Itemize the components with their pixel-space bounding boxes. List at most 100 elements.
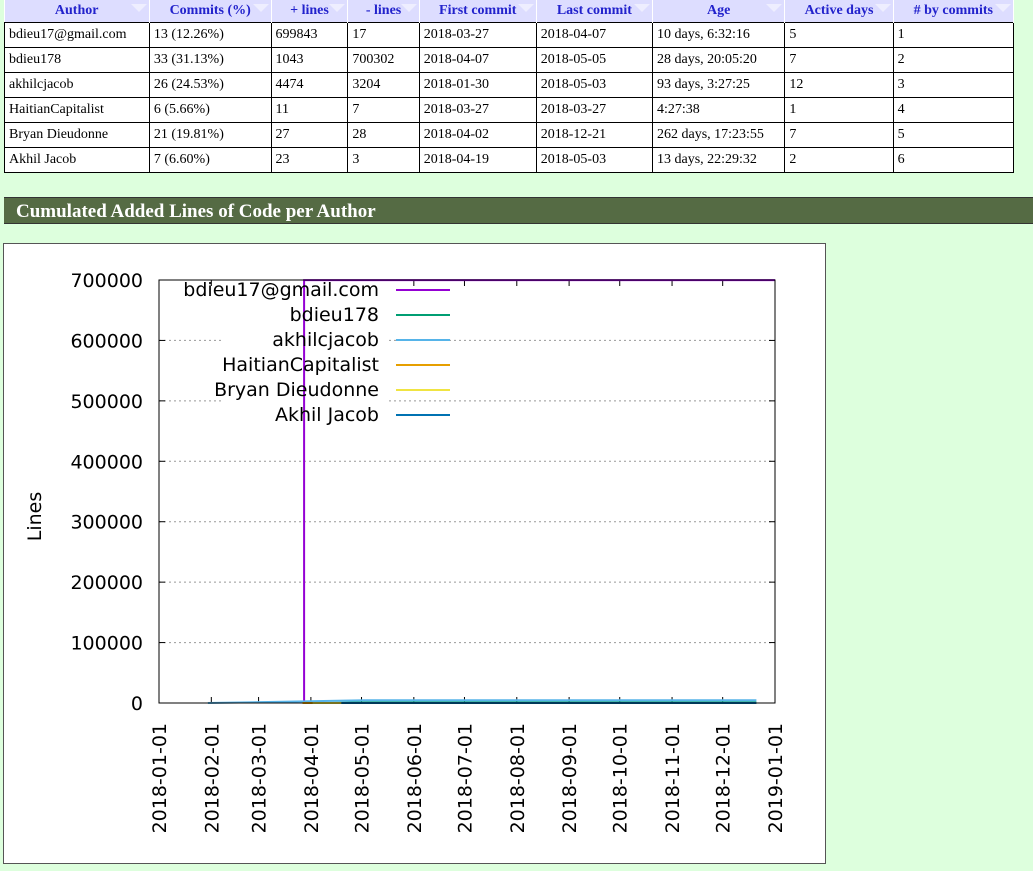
- cell-author: bdieu178: [4, 47, 150, 73]
- cell-first-commit: 2018-04-02: [418, 122, 537, 148]
- section-title: Cumulated Added Lines of Code per Author: [4, 197, 1033, 224]
- table-row: Akhil Jacob 7 (6.60%) 23 3 2018-04-19 2018-05…: [4, 147, 1015, 173]
- x-tick-label: 2018-02-01: [201, 723, 223, 833]
- table-row: Bryan Dieudonne 21 (19.81%) 27 28 2018-04-02…: [4, 122, 1015, 148]
- x-tick-label: 2018-04-01: [301, 723, 323, 833]
- cell-commits: 26 (24.53%): [148, 72, 272, 98]
- x-tick-label: 2019-01-01: [765, 723, 787, 833]
- y-tick-label: 200000: [70, 572, 143, 594]
- cell-plus-lines: 11: [270, 97, 349, 123]
- cell-minus-lines: 7: [347, 97, 420, 123]
- x-tick-label: 2018-11-01: [662, 723, 684, 833]
- column-header-last-commit[interactable]: Last commit: [536, 0, 653, 23]
- y-tick-label: 400000: [70, 451, 143, 473]
- y-tick-label: 100000: [70, 633, 143, 655]
- cell-minus-lines: 3: [347, 147, 420, 173]
- column-header-label: Commits (%): [169, 3, 251, 18]
- cell-last-commit: 2018-05-05: [535, 47, 653, 73]
- y-tick-label: 600000: [70, 330, 143, 352]
- cell-first-commit: 2018-04-19: [418, 147, 537, 173]
- column-header-label: First commit: [439, 3, 517, 18]
- cell-author: akhilcjacob: [4, 72, 150, 98]
- column-header-first-commit[interactable]: First commit: [419, 0, 537, 23]
- sort-arrow-icon[interactable]: [995, 4, 1011, 12]
- legend-label: bdieu17@gmail.com: [183, 279, 379, 301]
- sort-arrow-icon[interactable]: [252, 4, 269, 12]
- cell-commits: 33 (31.13%): [148, 47, 272, 73]
- x-tick-label: 2018-09-01: [559, 723, 581, 833]
- column-header-label: Active days: [804, 3, 874, 18]
- column-header-active-days[interactable]: Active days: [784, 0, 894, 23]
- sort-arrow-icon[interactable]: [329, 4, 346, 12]
- cell-author: bdieu17@gmail.com: [4, 22, 150, 48]
- cell-author: Bryan Dieudonne: [4, 122, 150, 148]
- cell-first-commit: 2018-03-27: [418, 97, 537, 123]
- table-row: HaitianCapitalist 6 (5.66%) 11 7 2018-03-27 2…: [4, 97, 1015, 123]
- cell-commits: 7 (6.60%): [148, 147, 272, 173]
- column-header-age[interactable]: Age: [652, 0, 786, 23]
- column-header-commits[interactable]: Commits (%): [149, 0, 272, 23]
- table-row: bdieu178 33 (31.13%) 1043 700302 2018-04-07 2…: [4, 47, 1015, 73]
- cell-plus-lines: 699843: [270, 22, 349, 48]
- legend-label: bdieu178: [290, 304, 379, 326]
- table-row: akhilcjacob 26 (24.53%) 4474 3204 2018-01-30…: [4, 72, 1015, 98]
- sort-arrow-icon[interactable]: [766, 4, 783, 12]
- cell-author: HaitianCapitalist: [4, 97, 150, 123]
- cell-plus-lines: 1043: [270, 47, 349, 73]
- sort-arrow-icon[interactable]: [633, 4, 650, 12]
- legend-label: HaitianCapitalist: [222, 354, 379, 376]
- x-tick-label: 2018-07-01: [454, 723, 476, 833]
- x-tick-label: 2018-01-01: [149, 723, 171, 833]
- cell-rank: 2: [892, 47, 1015, 73]
- column-header-rank[interactable]: # by commits: [893, 0, 1015, 23]
- cell-age: 262 days, 17:23:55: [651, 122, 786, 148]
- cell-age: 13 days, 22:29:32: [651, 147, 786, 173]
- column-header-plus-lines[interactable]: + lines: [271, 0, 349, 23]
- column-header-label: + lines: [290, 3, 329, 18]
- cell-last-commit: 2018-12-21: [535, 122, 653, 148]
- x-tick-label: 2018-05-01: [352, 723, 374, 833]
- cell-age: 4:27:38: [651, 97, 786, 123]
- authors-table: Author Commits (%) + lines - lines First com…: [4, 0, 1015, 173]
- cell-last-commit: 2018-03-27: [535, 97, 653, 123]
- cell-rank: 4: [892, 97, 1015, 123]
- cell-first-commit: 2018-04-07: [418, 47, 537, 73]
- cell-plus-lines: 23: [270, 147, 349, 173]
- cell-age: 28 days, 20:05:20: [651, 47, 786, 73]
- sort-arrow-icon[interactable]: [400, 4, 417, 12]
- sort-arrow-icon[interactable]: [130, 4, 147, 12]
- x-tick-label: 2018-03-01: [249, 723, 271, 833]
- cell-rank: 3: [892, 72, 1015, 98]
- cell-commits: 6 (5.66%): [148, 97, 272, 123]
- y-tick-label: 700000: [70, 270, 143, 292]
- cell-active-days: 5: [784, 22, 894, 48]
- x-tick-label: 2018-10-01: [610, 723, 632, 833]
- table-body: bdieu17@gmail.com 13 (12.26%) 699843 17 2018…: [4, 22, 1015, 173]
- y-axis-label: Lines: [24, 492, 46, 542]
- column-header-label: Last commit: [556, 3, 632, 18]
- column-header-author[interactable]: Author: [4, 0, 150, 23]
- cell-minus-lines: 17: [347, 22, 420, 48]
- sort-arrow-icon[interactable]: [517, 4, 534, 12]
- y-tick-label: 500000: [70, 391, 143, 413]
- cell-last-commit: 2018-05-03: [535, 72, 653, 98]
- legend-label: Akhil Jacob: [275, 404, 379, 426]
- cumulated-lines-chart: 0 100000 200000 300000 400000 500000 600000 700…: [24, 270, 787, 833]
- column-header-minus-lines[interactable]: - lines: [347, 0, 420, 23]
- y-tick-label: 300000: [70, 512, 143, 534]
- table-header-row: Author Commits (%) + lines - lines First com…: [4, 0, 1015, 23]
- cell-last-commit: 2018-04-07: [535, 22, 653, 48]
- cell-minus-lines: 3204: [347, 72, 420, 98]
- cell-age: 10 days, 6:32:16: [651, 22, 786, 48]
- cell-active-days: 7: [784, 47, 894, 73]
- cell-active-days: 1: [784, 97, 894, 123]
- cell-active-days: 7: [784, 122, 894, 148]
- cell-rank: 6: [892, 147, 1015, 173]
- cell-minus-lines: 28: [347, 122, 420, 148]
- cell-commits: 13 (12.26%): [148, 22, 272, 48]
- cell-plus-lines: 27: [270, 122, 349, 148]
- legend-label: Bryan Dieudonne: [214, 379, 379, 401]
- column-header-label: - lines: [365, 3, 402, 18]
- legend-label: akhilcjacob: [272, 329, 379, 351]
- sort-arrow-icon[interactable]: [874, 4, 891, 12]
